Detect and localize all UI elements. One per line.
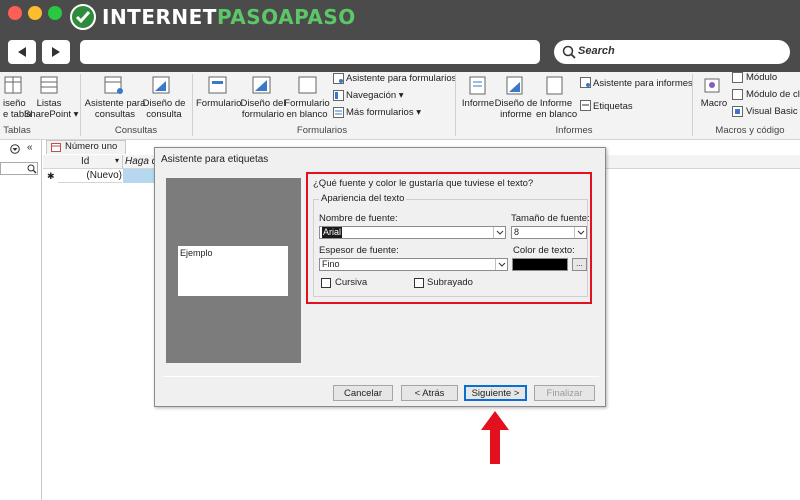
form-design-icon [252,76,271,94]
forward-button[interactable] [42,40,70,64]
finish-button[interactable]: Finalizar [534,385,595,401]
report-button[interactable]: Informe [460,98,496,109]
forward-arrow-icon [52,47,60,57]
group-label-queries: Consultas [114,125,158,136]
dialog-divider [163,376,599,377]
labels-button[interactable]: Etiquetas [593,101,633,112]
report-icon [469,76,486,95]
form-wizard-icon [333,73,344,84]
report-wizard-icon [580,77,591,88]
preview-card: Ejemplo [178,246,288,296]
search-icon [27,164,37,174]
query-design-icon [152,76,170,94]
group-label-macros: Macros y código [715,125,785,136]
highlight-box [306,172,592,304]
dialog-title: Asistente para etiquetas [161,154,269,165]
site-logo: INTERNETPASOAPASO [102,5,356,29]
blank-report-icon [546,76,563,95]
form-wizard-button[interactable]: Asistente para formularios [346,73,456,84]
query-wizard-button[interactable]: Asistente para consultas [84,98,146,120]
nav-dropdown-icon[interactable] [10,144,20,154]
ribbon-divider [455,74,456,136]
macro-icon [704,78,720,93]
preview-text: Ejemplo [180,248,213,258]
column-sort-icon[interactable]: ▾ [115,156,119,165]
group-label-reports: Informes [555,125,593,136]
column-header-add[interactable]: Haga c [125,156,157,167]
search-icon [562,45,576,59]
form-icon [208,76,227,94]
selected-cell[interactable] [123,169,155,183]
label-preview: Ejemplo [166,178,301,363]
new-row-value: (Nuevo) [86,170,122,181]
visual-basic-icon [732,106,743,117]
back-button[interactable] [8,40,36,64]
report-design-icon [506,76,523,95]
blank-report-button[interactable]: Informe en blanco [536,98,577,120]
navigation-button[interactable]: Navegación ▾ [346,90,404,101]
report-design-button[interactable]: Diseño de informe [494,98,538,120]
tab-label: Número uno [65,141,118,152]
form-design-button[interactable]: Diseño del formulario [240,98,286,120]
blank-form-button[interactable]: Formulario en blanco [284,98,330,120]
group-label-forms: Formularios [296,125,348,136]
query-design-button[interactable]: Diseño de consulta [140,98,188,120]
arrow-up-icon [481,411,509,464]
label-wizard-dialog: Asistente para etiquetas Ejemplo ¿Qué fu… [154,147,606,407]
macro-button[interactable]: Macro [698,98,730,109]
ribbon-divider [192,74,193,136]
navigation-pane: « [0,140,42,500]
query-wizard-icon [104,76,123,94]
ribbon: iseño e tabla Listas SharePoint ▾ Tablas A… [0,72,800,140]
navigation-icon [333,90,344,101]
table-design-icon [4,76,22,94]
tab-numero-uno[interactable]: Número uno [46,140,126,154]
column-divider [122,155,123,169]
maximize-window-button[interactable] [48,6,62,20]
search-placeholder: Search [578,45,615,57]
module-button[interactable]: Módulo [746,72,777,83]
back-step-button[interactable]: < Atrás [401,385,458,401]
table-row[interactable]: (Nuevo) [58,169,122,183]
table-icon [51,143,61,152]
module-icon [732,72,743,83]
blank-form-icon [298,76,317,94]
group-label-tables: Tablas [3,125,31,136]
sharepoint-lists-button[interactable]: Listas SharePoint ▾ [24,98,78,120]
class-module-button[interactable]: Módulo de cla [746,89,800,100]
visual-basic-button[interactable]: Visual Basic [746,106,798,117]
ribbon-divider [692,74,693,136]
collapse-pane-icon[interactable]: « [27,142,33,153]
column-header-id[interactable]: Id [81,156,89,167]
minimize-window-button[interactable] [28,6,42,20]
browser-chrome: INTERNETPASOAPASO Search [0,0,800,72]
close-window-button[interactable] [8,6,22,20]
ribbon-divider [80,74,81,136]
labels-icon [580,100,591,111]
cancel-button[interactable]: Cancelar [333,385,393,401]
search-input[interactable]: Search [554,40,790,64]
site-logo-icon [70,4,96,30]
new-row-marker-icon: ✱ [47,171,55,181]
form-button[interactable]: Formulario [196,98,241,109]
nav-search-input[interactable] [0,162,38,175]
more-forms-button[interactable]: Más formularios ▾ [346,107,421,118]
class-module-icon [732,89,743,100]
sharepoint-lists-icon [40,76,58,94]
more-forms-icon [333,107,344,118]
next-button[interactable]: Siguiente > [464,385,527,401]
address-bar[interactable] [80,40,540,64]
report-wizard-button[interactable]: Asistente para informes [593,78,693,89]
back-arrow-icon [18,47,26,57]
